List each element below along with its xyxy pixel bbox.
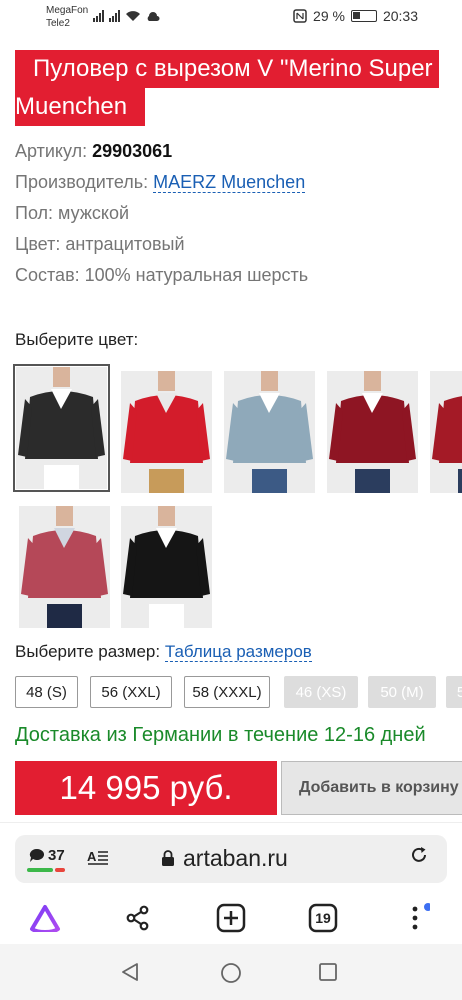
color-swatch-raspberry[interactable] [19,506,110,628]
rating-bar [27,868,65,872]
color-swatch-black[interactable] [121,506,212,628]
signal-icons [93,10,160,22]
maker-row: Производитель: MAERZ Muenchen [15,172,306,193]
signal-2-icon [109,10,120,22]
carrier-2: Tele2 [46,18,70,29]
color-swatch-burgundy[interactable] [327,371,418,493]
swatch-photo [121,371,212,493]
size-button: 5 [446,676,462,708]
reader-mode-icon[interactable]: A [87,848,109,869]
tabs-count: 19 [315,910,331,926]
size-button[interactable]: 58 (XXXL) [184,676,270,708]
swatch-photo [16,367,107,489]
swatch-photo [19,506,110,628]
new-tab-button[interactable] [213,900,249,936]
status-right: 29 % 20:33 [293,8,418,24]
swatch-photo [121,506,212,628]
recents-button[interactable] [318,962,338,987]
comments-count: 37 [48,847,65,864]
status-bar: MegaFon Tele2 29 % 20:33 [0,0,462,34]
url-display[interactable]: artaban.ru [161,845,288,872]
back-button[interactable] [120,962,140,987]
recents-square-icon [319,963,337,981]
more-vertical-icon [412,903,430,930]
product-properties: Артикул: 29903061 Производитель: MAERZ M… [15,136,308,291]
home-circle-icon [221,963,241,983]
size-button: 50 (M) [368,676,436,708]
choose-color-label: Выберите цвет: [15,330,139,349]
maker-link[interactable]: MAERZ Muenchen [153,172,306,193]
size-button[interactable]: 48 (S) [15,676,78,708]
gender-row: Пол: мужской [15,203,130,223]
alice-assistant-button[interactable] [27,900,63,936]
price: 14 995 руб. [15,761,277,815]
alice-icon [30,905,60,932]
choose-size-label: Выберите размер: [15,642,165,661]
browser-bottom-nav: 19 [0,892,462,944]
swatch-photo [430,371,462,493]
composition-row: Состав: 100% натуральная шерсть [15,265,309,285]
article-value: 29903061 [92,141,173,161]
title-line-2: Muenchen [15,88,146,126]
nfc-icon [293,9,307,23]
clock: 20:33 [382,8,418,24]
address-bar[interactable]: 37 A artaban.ru [15,835,447,883]
reload-button[interactable] [409,845,429,871]
swatch-photo [327,371,418,493]
title-line-1: Пуловер с вырезом V "Merino Super [15,50,439,88]
home-button[interactable] [220,962,242,989]
size-table-link[interactable]: Таблица размеров [164,642,312,662]
back-triangle-icon [122,963,138,981]
color-swatch-red[interactable] [121,371,212,493]
browser-address-area: 37 A artaban.ru [0,822,462,892]
color-row: Цвет: антрацитовый [15,234,185,254]
share-icon [126,905,149,931]
swatch-photo [224,371,315,493]
svg-text:A: A [87,849,97,864]
article-row: Артикул: 29903061 [15,141,173,161]
size-button[interactable]: 56 (XXL) [90,676,172,708]
carrier-1: MegaFon [46,5,89,16]
share-button[interactable] [120,900,156,936]
color-swatch-dark-red[interactable] [430,371,462,493]
cloud-icon [147,12,160,21]
product-title: Пуловер с вырезом V "Merino Super Muench… [15,50,462,126]
plus-square-icon [216,903,246,933]
battery-icon [350,10,377,22]
url-text: artaban.ru [183,845,288,871]
signal-1-icon [93,10,104,22]
page-content: Пуловер с вырезом V "Merino Super Muench… [0,34,462,822]
lock-icon [162,850,174,866]
system-nav-bar [0,944,462,1000]
color-swatch-light-blue[interactable] [224,371,315,493]
add-to-cart-button[interactable]: Добавить в корзину [281,761,462,815]
size-button: 46 (XS) [284,676,358,708]
tabs-button[interactable]: 19 [305,900,341,936]
chat-icon [29,848,45,862]
comments-button[interactable]: 37 [29,847,65,864]
color-swatch-anthracite[interactable] [13,364,110,492]
menu-button[interactable] [397,900,433,936]
battery-percent: 29 % [313,8,345,24]
reload-icon [412,847,426,862]
wifi-icon [126,11,140,21]
choose-size-row: Выберите размер: Таблица размеров [15,642,312,662]
delivery-info: Доставка из Германии в течение 12-16 дне… [15,724,426,746]
carrier-names: MegaFon Tele2 [46,4,88,30]
